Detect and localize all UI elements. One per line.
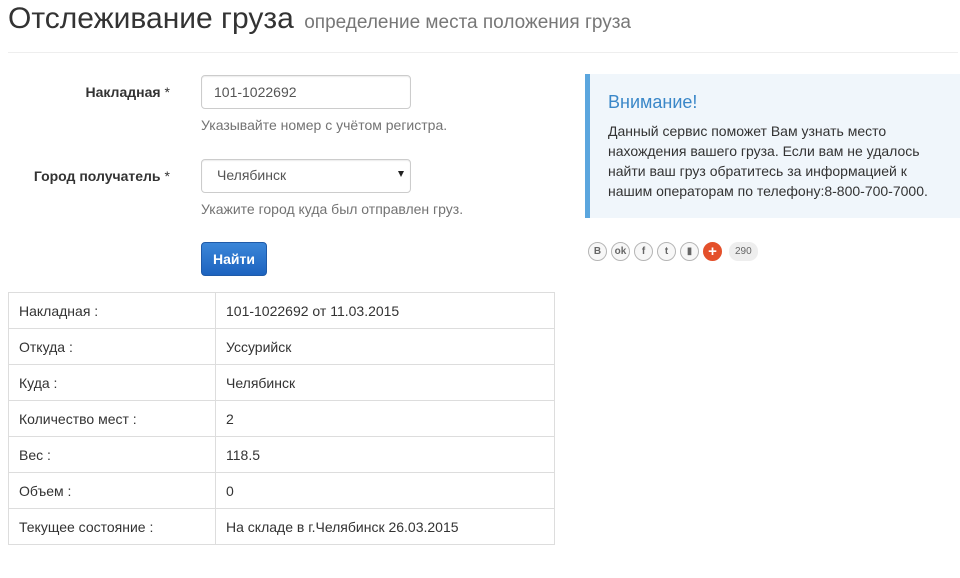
table-cell-key: Куда : [8,364,216,401]
invoice-label: Накладная * [8,84,170,100]
share-count-badge: 290 [729,242,758,261]
page-header: Отслеживание груза определение места пол… [8,2,958,53]
odnoklassniki-icon: ok [614,246,627,257]
city-label: Город получатель * [8,168,170,184]
notice-title: Внимание! [608,92,698,112]
odnoklassniki-share-button[interactable]: ok [611,242,630,261]
table-cell-value: Челябинск [215,364,555,401]
invoice-help: Указывайте номер с учётом регистра. [201,117,448,133]
table-cell-value: 0 [215,472,555,509]
twitter-icon: t [664,246,669,257]
table-cell-value: 2 [215,400,555,437]
city-help: Укажите город куда был отправлен груз. [201,201,464,217]
table-cell-key: Вес : [8,436,216,473]
city-label-text: Город получатель [33,168,161,184]
invoice-required-mark: * [164,84,170,100]
table-row: Текущее состояние : На складе в г.Челябин… [8,508,555,545]
invoice-input[interactable] [201,75,411,109]
invoice-label-text: Накладная [85,84,161,100]
tracking-results-body: Накладная :101-1022692 от 11.03.2015 Отку… [8,292,555,545]
table-cell-value: Уссурийск [215,328,555,365]
page-subtitle: определение места положения груза [304,12,632,33]
twitter-share-button[interactable]: t [657,242,676,261]
tracking-results-table: Накладная :101-1022692 от 11.03.2015 Отку… [8,292,555,545]
table-cell-value: 118.5 [215,436,555,473]
notice-panel: Внимание! Данный сервис поможет Вам узна… [585,74,960,218]
table-row: Вес :118.5 [8,436,555,473]
more-share-icon: + [708,243,717,260]
table-row: Количество мест :2 [8,400,555,437]
bookmark-share-button[interactable]: ▮ [680,242,699,261]
facebook-icon: f [641,246,646,257]
more-share-button[interactable]: + [703,242,722,261]
table-cell-key: Накладная : [8,292,216,329]
table-cell-key: Откуда : [8,328,216,365]
table-row: Накладная :101-1022692 от 11.03.2015 [8,292,555,329]
table-row: Откуда : Уссурийск [8,328,555,365]
table-row: Объем :0 [8,472,555,509]
table-cell-value: На складе в г.Челябинск 26.03.2015 [215,508,555,545]
city-required-mark: * [164,168,170,184]
vkontakte-icon: В [593,246,602,257]
table-cell-key: Текущее состояние : [8,508,216,545]
vkontakte-share-button[interactable]: В [588,242,607,261]
bookmark-icon: ▮ [686,246,693,257]
notice-text: Данный сервис поможет Вам узнать место н… [608,123,928,199]
chevron-down-icon [398,171,404,177]
table-cell-value: 101-1022692 от 11.03.2015 [215,292,555,329]
table-row: Куда : Челябинск [8,364,555,401]
page-title: Отслеживание груза [8,2,294,35]
city-select-value: Челябинск [217,167,287,183]
search-button[interactable]: Найти [201,242,267,276]
facebook-share-button[interactable]: f [634,242,653,261]
table-cell-key: Объем : [8,472,216,509]
city-select[interactable]: Челябинск [201,159,411,193]
table-cell-key: Количество мест : [8,400,216,437]
